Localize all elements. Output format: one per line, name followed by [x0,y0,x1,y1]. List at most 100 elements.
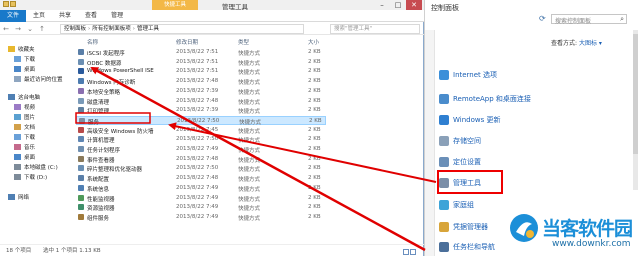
control-panel-item-label: 定位设置 [453,158,481,166]
nav-item[interactable]: 下载 [14,132,35,141]
file-row[interactable]: 计算机管理 2013/8/22 7:50 快捷方式 2 KB [76,135,326,144]
file-row[interactable]: 资源监视器 2013/8/22 7:49 快捷方式 2 KB [76,203,326,212]
shortcut-icon [78,97,84,104]
tab-manage[interactable]: 管理 [104,10,130,22]
file-row[interactable]: 系统信息 2013/8/22 7:49 快捷方式 2 KB [76,184,326,193]
file-row[interactable]: 组件服务 2013/8/22 7:49 快捷方式 2 KB [76,213,326,222]
column-header-type[interactable]: 类型 [238,38,249,46]
file-row[interactable]: 打印管理 2013/8/22 7:39 快捷方式 2 KB [76,106,326,115]
tab-file[interactable]: 文件 [0,9,27,22]
breadcrumb-admin-tools[interactable]: 管理工具 [137,26,159,32]
control-panel-item[interactable]: Windows 更新 [439,113,500,127]
nav-item[interactable]: 桌面 [14,152,35,161]
storage-spaces-icon [439,136,449,146]
nav-item[interactable]: 下载 (D:) [14,172,47,181]
recent-chevron-icon[interactable]: ⌄ [24,25,36,33]
file-row[interactable]: iSCSI 发起程序 2013/8/22 7:51 快捷方式 2 KB [76,48,326,57]
control-panel-item[interactable]: 定位设置 [439,155,481,169]
file-row[interactable]: ODBC 数据源 2013/8/22 7:51 快捷方式 2 KB [76,58,326,67]
control-panel-search-input[interactable]: 搜索控制面板 ⌕ [551,14,627,25]
control-panel-item-label: 家庭组 [453,201,474,209]
breadcrumb-control-panel[interactable]: 控制面板 [64,26,86,32]
tab-home[interactable]: 主页 [26,10,52,22]
nav-item[interactable]: 下载 [14,54,35,63]
view-toggle[interactable] [402,248,418,255]
breadcrumb-all-items[interactable]: 所有控制面板项 [92,26,131,32]
file-row[interactable]: 事件查看器 2013/8/22 7:48 快捷方式 2 KB [76,155,326,164]
shortcut-icon [78,49,84,55]
file-row[interactable]: 系统配置 2013/8/22 7:48 快捷方式 2 KB [76,174,326,183]
scrollbar-thumb[interactable] [633,34,638,154]
title-bar: 快捷工具 管理工具 – □ ✕ [0,0,424,11]
nav-item-label: 桌面 [24,154,36,161]
download-folder-icon [14,55,21,62]
admin-tools-highlight-box [437,170,503,194]
nav-item[interactable]: 最近访问的位置 [14,74,63,83]
up-arrow-icon[interactable]: ↑ [36,25,48,33]
file-row[interactable]: 性能监视器 2013/8/22 7:49 快捷方式 2 KB [76,194,326,203]
file-size: 2 KB [308,78,321,85]
file-type: 快捷方式 [238,206,261,213]
file-row[interactable]: 本地安全策略 2013/8/22 7:39 快捷方式 2 KB [76,87,326,96]
nav-item[interactable]: 文档 [14,122,35,131]
control-panel-scrollbar[interactable] [633,30,638,190]
file-row[interactable]: 高级安全 Windows 防火墙 2013/8/22 7:45 快捷方式 2 KB [76,126,326,135]
control-panel-item[interactable]: 凭据管理器 [439,220,488,234]
control-panel-item[interactable]: 存储空间 [439,134,481,148]
nav-item[interactable]: 桌面 [14,64,35,73]
tab-view[interactable]: 查看 [78,10,104,22]
view-by-selector[interactable]: 查看方式: 大图标 ▾ [551,38,602,47]
large-icons-view-icon[interactable] [410,249,416,255]
file-row-services[interactable]: 服务 2013/8/22 7:50 快捷方式 2 KB [76,115,326,126]
shortcut-icon [78,204,84,211]
file-name: 资源监视器 [87,206,115,213]
maximize-button[interactable]: □ [390,0,406,10]
tab-share[interactable]: 共享 [52,10,78,22]
file-row[interactable]: Windows 内存诊断 2013/8/22 7:48 快捷方式 2 KB [76,77,326,86]
details-view-icon[interactable] [403,249,409,255]
file-type: 快捷方式 [238,51,261,57]
nav-item[interactable]: 这台电脑 [8,92,40,101]
nav-item[interactable]: 视频 [14,102,35,111]
file-row[interactable]: 碎片整理和优化驱动器 2013/8/22 7:50 快捷方式 2 KB [76,164,326,173]
quick-access-toolbar[interactable] [3,1,31,9]
column-header-name[interactable]: 名称 [87,38,98,46]
file-type: 快捷方式 [238,196,261,203]
search-icon[interactable]: ⌕ [620,15,624,24]
file-type: 快捷方式 [238,177,261,184]
desktop-icon [14,153,21,160]
column-header-date[interactable]: 修改日期 [176,38,198,46]
refresh-icon[interactable]: ⟳ [539,14,546,23]
nav-item[interactable]: 本地磁盘 (C:) [14,162,58,171]
shortcut-icon [78,175,84,182]
control-panel-item[interactable]: RemoteApp 和桌面连接 [439,92,531,106]
file-row[interactable]: 任务计划程序 2013/8/22 7:49 快捷方式 2 KB [76,145,326,154]
view-by-value[interactable]: 大图标 ▾ [579,40,602,47]
nav-item[interactable]: 网络 [8,192,29,201]
contextual-tool-tab[interactable]: 快捷工具 [152,0,198,10]
minimize-button[interactable]: – [374,0,390,10]
file-size: 2 KB [308,204,321,211]
search-input[interactable]: 搜索"管理工具" [330,24,420,34]
file-size: 2 KB [308,136,321,143]
file-size: 2 KB [308,146,321,152]
nav-item[interactable]: 音乐 [14,142,35,151]
nav-item[interactable]: 收藏夹 [8,44,35,53]
file-row[interactable]: Windows PowerShell ISE 2013/8/22 7:51 快捷方式… [76,67,326,76]
close-button[interactable]: ✕ [406,0,422,10]
nav-item-label: 音乐 [24,144,36,151]
file-name: ODBC 数据源 [87,60,122,67]
address-bar[interactable]: 控制面板 › 所有控制面板项 › 管理工具 [60,24,304,34]
forward-arrow-icon[interactable]: → [12,25,24,33]
nav-item[interactable]: 图片 [14,112,35,121]
shortcut-icon [78,78,84,85]
control-panel-item[interactable]: 家庭组 [439,198,474,212]
back-arrow-icon[interactable]: ← [0,25,12,33]
column-header-size[interactable]: 大小 [308,38,319,46]
file-row[interactable]: 磁盘清理 2013/8/22 7:48 快捷方式 2 KB [76,97,326,106]
control-panel-item[interactable]: 任务栏和导航 [439,240,495,254]
nav-item-label: 本地磁盘 (C:) [24,164,58,171]
shortcut-icon [78,126,84,133]
watermark-url: www.downkr.com [552,239,631,249]
control-panel-item[interactable]: Internet 选项 [439,68,497,82]
